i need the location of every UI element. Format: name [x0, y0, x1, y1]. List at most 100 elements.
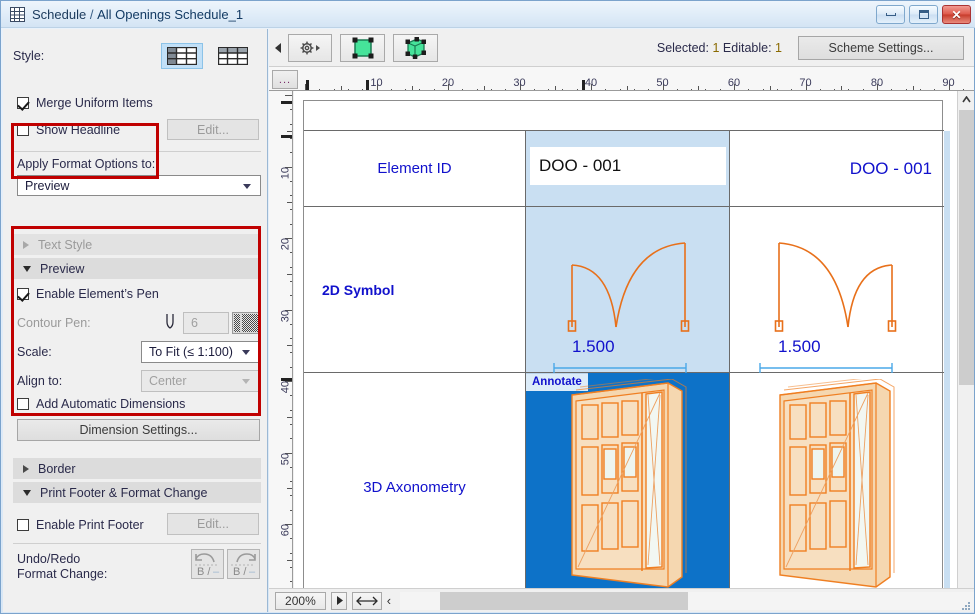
merge-uniform-items-checkbox[interactable] [17, 97, 29, 109]
window-controls: ✕ [876, 5, 971, 24]
scroll-up-button[interactable] [958, 91, 975, 108]
merge-uniform-items-row[interactable]: Merge Uniform Items [17, 96, 153, 110]
ruler-tick [290, 395, 292, 396]
align-to-select[interactable]: Center [141, 370, 260, 392]
footer-edit-button[interactable]: Edit... [167, 513, 259, 535]
show-headline-checkbox[interactable] [17, 124, 29, 136]
maximize-button[interactable] [909, 5, 938, 24]
section-border[interactable]: Border [13, 458, 261, 479]
resize-grip[interactable] [961, 600, 971, 610]
chevron-down-icon [23, 266, 31, 272]
close-button[interactable]: ✕ [942, 5, 971, 24]
settings-button[interactable] [288, 34, 332, 62]
ruler-anchor [582, 80, 585, 91]
door-symbol-2d-mirrored-icon [760, 223, 910, 346]
ruler-tick [287, 274, 292, 275]
row-label-cell[interactable]: 2D Symbol [304, 207, 526, 372]
ruler-label: 50 [656, 77, 668, 89]
add-automatic-dimensions-checkbox[interactable] [17, 398, 29, 410]
ruler-corner-button[interactable]: ... [272, 70, 298, 89]
enable-elements-pen-checkbox[interactable] [17, 288, 29, 300]
contour-pen-label: Contour Pen: [17, 316, 91, 330]
row-label-cell[interactable]: Element ID [304, 131, 526, 206]
schedule-grid-icon [10, 7, 25, 22]
chevron-down-icon [242, 379, 250, 384]
enable-print-footer-checkbox[interactable] [17, 519, 29, 531]
row-label: Element ID [377, 160, 451, 177]
section-print-footer[interactable]: Print Footer & Format Change [13, 482, 261, 503]
chevron-down-icon [243, 184, 251, 189]
ruler-label: 30 [279, 310, 291, 322]
vertical-scrollbar[interactable] [957, 91, 974, 612]
ruler-label: 40 [585, 77, 597, 89]
view-3d-button[interactable] [393, 34, 438, 62]
add-automatic-dimensions-row[interactable]: Add Automatic Dimensions [17, 397, 185, 411]
view-2d-button[interactable] [340, 34, 385, 62]
pen-color-swatch[interactable] [232, 312, 260, 334]
zoom-level-display[interactable]: 200% [275, 592, 326, 610]
horizontal-scrollbar-thumb[interactable] [440, 592, 688, 610]
scale-select[interactable]: To Fit (≤ 1:100) [141, 341, 260, 363]
ruler-tick [290, 581, 292, 582]
minimize-button[interactable] [876, 5, 905, 24]
table-row: 3D Axonometry Annotate [304, 373, 944, 603]
table-row: 2D Symbol [304, 207, 944, 373]
section-preview[interactable]: Preview [13, 258, 261, 279]
show-headline-row[interactable]: Show Headline [17, 123, 120, 137]
enable-elements-pen-row[interactable]: Enable Element’s Pen [17, 287, 159, 301]
headline-edit-button[interactable]: Edit... [167, 119, 259, 140]
ruler-tick [290, 138, 292, 139]
window-title: Schedule / All Openings Schedule_1 [32, 7, 243, 22]
fit-width-button[interactable] [352, 592, 381, 610]
ruler-tick [285, 95, 292, 96]
element-id-cell-col1[interactable]: DOO - 001 [526, 131, 730, 206]
scheme-settings-button[interactable]: Scheme Settings... [798, 36, 964, 60]
editable-label: Editable: [723, 41, 772, 55]
axonometry-cell-col1[interactable]: Annotate [526, 373, 730, 602]
title-separator: / [86, 7, 97, 22]
ruler-tick [290, 567, 292, 568]
ruler-label: 70 [799, 77, 811, 89]
door-3d-model-icon [768, 379, 908, 602]
section-text-style[interactable]: Text Style [13, 234, 261, 255]
style-grid-filled-button[interactable] [161, 43, 203, 69]
axonometry-cell-col2[interactable] [730, 373, 944, 602]
undo-format-change-button[interactable]: B / – [191, 549, 224, 579]
schedule-main-area: Selected: 1 Editable: 1 Scheme Settings.… [269, 29, 974, 612]
enable-print-footer-row[interactable]: Enable Print Footer [17, 518, 144, 532]
add-automatic-dimensions-label: Add Automatic Dimensions [36, 397, 185, 411]
svg-text:B /: B / [197, 566, 211, 578]
horizontal-ruler-track[interactable]: 102030405060708090 [302, 67, 974, 91]
horizontal-scroll-prev-button[interactable]: ‹ [387, 593, 391, 608]
vertical-ruler[interactable]: 102030405060 [269, 91, 293, 612]
zoom-next-button[interactable] [331, 592, 348, 610]
ruler-tick [290, 124, 292, 125]
ruler-tick [290, 109, 292, 110]
redo-format-change-button[interactable]: B / – [227, 549, 260, 579]
row-label-cell[interactable]: 3D Axonometry [304, 373, 526, 602]
vertical-scrollbar-thumb[interactable] [959, 110, 974, 385]
minimize-icon [886, 13, 896, 16]
collapse-panel-arrow-icon[interactable] [275, 43, 281, 53]
dimension-value-col2: 1.500 [778, 337, 821, 357]
contour-pen-input[interactable]: 6 [183, 312, 229, 334]
element-id-cell-col2[interactable]: DOO - 001 [730, 131, 944, 206]
style-grid-plain-button[interactable] [212, 43, 254, 69]
horizontal-scrollbar[interactable] [400, 592, 974, 610]
ruler-anchor [281, 135, 292, 138]
ruler-tick [290, 538, 292, 539]
element-id-edit-field[interactable]: DOO - 001 [530, 147, 726, 185]
style-label: Style: [13, 49, 44, 63]
apply-format-options-value: Preview [25, 179, 69, 193]
format-options-panel: Style: [3, 29, 268, 612]
style-row: Style: [13, 43, 261, 71]
apply-format-options-select[interactable]: Preview [17, 175, 261, 196]
ruler-tick [290, 553, 292, 554]
symbol-2d-cell-col1[interactable]: 1.500 [526, 207, 730, 372]
dimension-settings-button[interactable]: Dimension Settings... [17, 419, 260, 441]
ruler-anchor [281, 101, 292, 104]
show-headline-label: Show Headline [36, 123, 120, 137]
schedule-canvas[interactable]: Element ID DOO - 001 DOO - 001 2D Symbol [294, 91, 957, 612]
section-preview-label: Preview [40, 262, 84, 276]
symbol-2d-cell-col2[interactable]: 1.500 [730, 207, 944, 372]
